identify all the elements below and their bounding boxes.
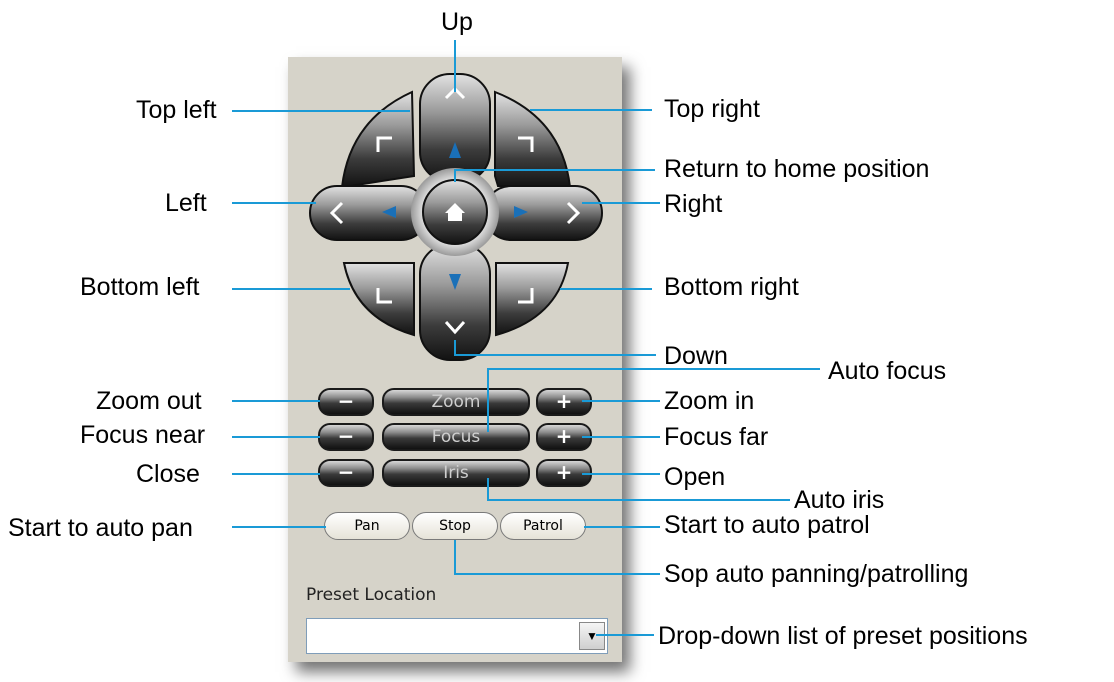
label-start-auto-patrol: Start to auto patrol: [664, 511, 870, 539]
label-bottom-left: Bottom left: [80, 273, 200, 301]
left-button[interactable]: [309, 185, 429, 241]
auto-focus-button[interactable]: Focus: [382, 423, 530, 451]
label-bottom-right: Bottom right: [664, 273, 799, 301]
focus-far-button[interactable]: +: [536, 423, 592, 451]
label-auto-iris: Auto iris: [794, 486, 885, 514]
stop-button[interactable]: Stop: [412, 512, 498, 540]
label-focus-far: Focus far: [664, 423, 769, 451]
label-down: Down: [664, 342, 728, 370]
label-right: Right: [664, 190, 723, 218]
label-top-left: Top left: [136, 96, 217, 124]
label-top-right: Top right: [664, 95, 760, 123]
dropdown-arrow-icon[interactable]: ▼: [579, 622, 605, 650]
label-open: Open: [664, 463, 726, 491]
label-auto-focus: Auto focus: [828, 357, 947, 385]
down-button[interactable]: [419, 243, 491, 361]
patrol-button[interactable]: Patrol: [500, 512, 586, 540]
zoom-out-button[interactable]: −: [318, 388, 374, 416]
iris-open-button[interactable]: +: [536, 459, 592, 487]
zoom-auto-button[interactable]: Zoom: [382, 388, 530, 416]
preset-location-dropdown[interactable]: ▼: [306, 618, 608, 654]
label-start-auto-pan: Start to auto pan: [8, 514, 193, 542]
focus-near-button[interactable]: −: [318, 423, 374, 451]
label-left: Left: [165, 189, 207, 217]
label-up: Up: [441, 8, 473, 36]
right-button[interactable]: [483, 185, 603, 241]
label-focus-near: Focus near: [80, 421, 206, 449]
label-dropdown: Drop-down list of preset positions: [658, 622, 1028, 650]
label-zoom-in: Zoom in: [664, 387, 755, 415]
label-close: Close: [136, 460, 200, 488]
iris-close-button[interactable]: −: [318, 459, 374, 487]
label-stop-auto: Sop auto panning/patrolling: [664, 560, 969, 588]
zoom-in-button[interactable]: +: [536, 388, 592, 416]
label-return-home: Return to home position: [664, 155, 930, 183]
label-zoom-out: Zoom out: [96, 387, 202, 415]
auto-iris-button[interactable]: Iris: [382, 459, 530, 487]
preset-location-label: Preset Location: [306, 585, 437, 605]
pan-button[interactable]: Pan: [324, 512, 410, 540]
